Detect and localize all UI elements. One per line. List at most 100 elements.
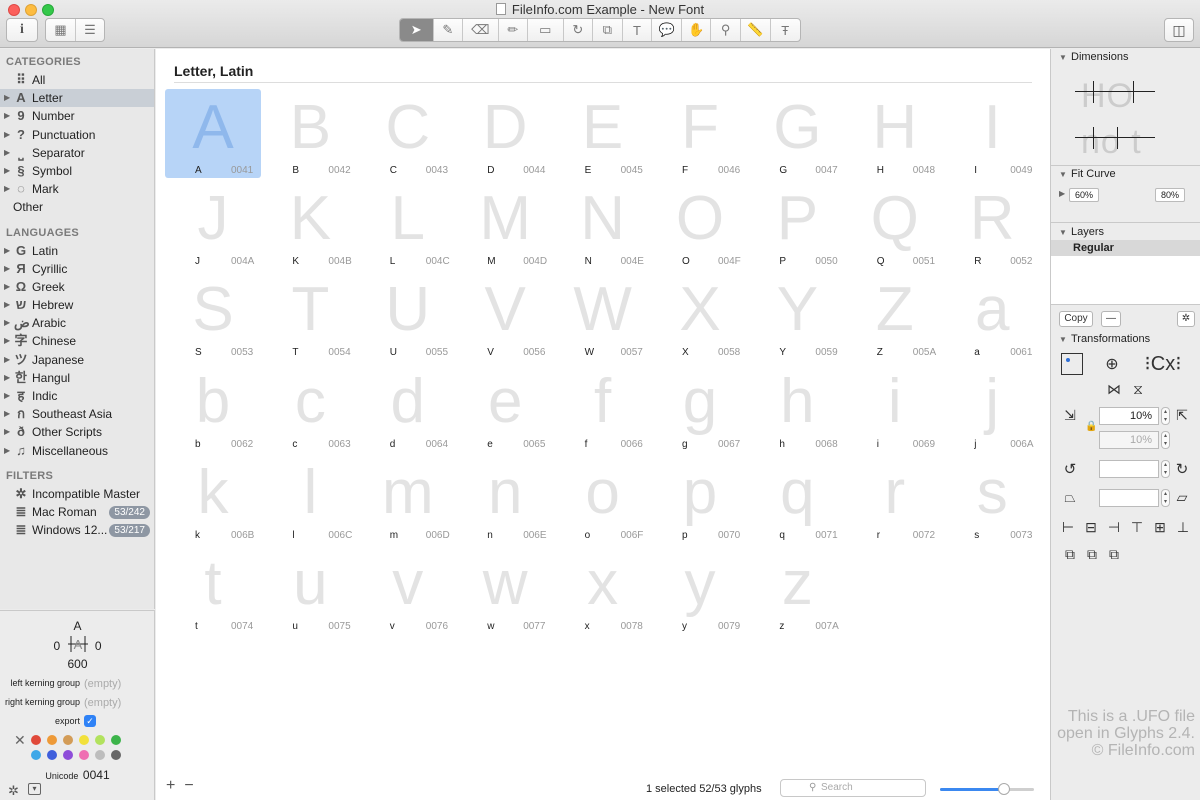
disclosure-triangle-icon[interactable]: ▶ (4, 387, 10, 405)
glyph-cell[interactable]: u u 0075 (253, 545, 350, 636)
export-checkbox[interactable]: ✓ (84, 715, 96, 727)
layer-row-regular[interactable]: Regular (1051, 240, 1200, 256)
disclosure-triangle-icon[interactable]: ▶ (4, 314, 10, 332)
measure-tool-icon[interactable]: 📏 (741, 19, 771, 41)
language-chinese[interactable]: ▶ 字 Chinese (0, 332, 154, 350)
scale-up-icon[interactable]: ⇱ (1173, 407, 1191, 424)
color-label-swatch[interactable] (111, 750, 121, 760)
glyph-cell[interactable]: F F 0046 (643, 89, 740, 180)
category-other[interactable]: Other (0, 198, 154, 216)
color-label-swatch[interactable] (47, 735, 57, 745)
glyph-cell[interactable]: i i 0069 (838, 363, 935, 454)
glyph-cell[interactable]: w w 0077 (448, 545, 546, 636)
glyph-cell[interactable]: v v 0076 (351, 545, 448, 636)
category-separator[interactable]: ▶ ⎵ Separator (0, 144, 154, 162)
right-kerning-group-field[interactable]: (empty) (84, 697, 121, 709)
disclosure-triangle-icon[interactable]: ▶ (4, 242, 10, 260)
disclosure-triangle-icon[interactable]: ▶ (4, 351, 10, 369)
align-icon[interactable]: ⊣ (1105, 519, 1123, 536)
type-tool-icon[interactable]: Ŧ (771, 19, 801, 41)
language-hangul[interactable]: ▶ 한 Hangul (0, 369, 154, 387)
color-label-swatch[interactable] (63, 735, 73, 745)
color-label-swatch[interactable] (95, 735, 105, 745)
eraser-tool-icon[interactable]: ⌫ (463, 19, 499, 41)
scale-tool-icon[interactable]: ⧉ (593, 19, 623, 41)
category-letter[interactable]: ▶ A Letter (0, 89, 154, 108)
rotate-tool-icon[interactable]: ↻ (564, 19, 594, 41)
align-icon[interactable]: ⊥ (1174, 519, 1192, 536)
glyph-cell[interactable]: m m 006D (351, 454, 450, 545)
disclosure-triangle-icon[interactable]: ▶ (4, 369, 10, 387)
glyph-cell[interactable]: j j 006A (935, 363, 1033, 454)
align-icon[interactable]: ⊞ (1151, 519, 1169, 536)
glyph-cell[interactable]: s s 0073 (935, 454, 1032, 545)
color-label-swatch[interactable] (95, 750, 105, 760)
sidebar-toggle-icon[interactable]: ◫ (1164, 18, 1194, 42)
category-number[interactable]: ▶ 9 Number (0, 107, 154, 125)
intersect-icon[interactable]: ⧉ (1105, 546, 1123, 563)
disclosure-triangle-icon[interactable]: ▶ (4, 278, 10, 296)
glyph-cell[interactable]: J J 004A (156, 180, 254, 271)
metrics-origin-icon[interactable]: ⁝Cx⁝ (1137, 351, 1189, 376)
color-label-swatch[interactable] (111, 735, 121, 745)
scale-field[interactable]: 10% (1099, 407, 1159, 425)
filter-windows-12[interactable]: ≣ Windows 12... 53/217 (0, 521, 154, 539)
gear-icon[interactable]: ✲ (1177, 311, 1195, 327)
glyph-cell[interactable]: E E 0045 (546, 89, 643, 180)
glyph-cell[interactable]: I I 0049 (935, 89, 1032, 180)
glyph-cell[interactable]: D D 0044 (448, 89, 546, 180)
language-southeast-asia[interactable]: ▶ ก Southeast Asia (0, 405, 154, 423)
scale-field-vertical[interactable]: 10% (1099, 431, 1159, 449)
glyph-cell[interactable]: U U 0055 (351, 271, 448, 362)
language-other-scripts[interactable]: ▶ ð Other Scripts (0, 423, 154, 441)
grid-view-icon[interactable]: ▦ (46, 19, 76, 41)
disclosure-triangle-icon[interactable]: ▶ (4, 107, 10, 125)
glyph-cell[interactable]: k k 006B (156, 454, 254, 545)
layers-section-header[interactable]: ▼ Layers (1051, 226, 1104, 238)
language-japanese[interactable]: ▶ ツ Japanese (0, 351, 154, 369)
color-label-swatch[interactable] (79, 750, 89, 760)
crosshair-origin-icon[interactable]: ⊕ (1101, 354, 1123, 374)
color-label-swatch[interactable] (63, 750, 73, 760)
list-view-icon[interactable]: ☰ (76, 19, 104, 41)
lock-icon[interactable]: 🔒 (1085, 421, 1097, 432)
glyph-cell[interactable]: c c 0063 (253, 363, 350, 454)
gear-icon[interactable]: ✲ (8, 783, 19, 799)
glyph-cell[interactable]: G G 0047 (740, 89, 837, 180)
add-glyph-button[interactable]: + (166, 777, 184, 794)
glyph-cell[interactable]: T T 0054 (253, 271, 350, 362)
hand-tool-icon[interactable]: ✋ (682, 19, 712, 41)
remove-layer-button[interactable]: — (1101, 311, 1121, 327)
annotation-tool-icon[interactable]: 💬 (652, 19, 682, 41)
glyph-cell[interactable]: W W 0057 (546, 271, 643, 362)
language-cyrillic[interactable]: ▶ Я Cyrillic (0, 260, 154, 278)
glyph-cell[interactable]: b b 0062 (156, 363, 253, 454)
remove-glyph-button[interactable]: − (184, 777, 202, 794)
right-sidebearing-value[interactable]: 0 (95, 639, 102, 653)
text-tool-icon[interactable]: T (623, 19, 653, 41)
glyph-cell[interactable]: a a 0061 (935, 271, 1032, 362)
rotate-stepper[interactable]: ▴ ▾ (1161, 460, 1170, 478)
dimensions-section-header[interactable]: ▼ Dimensions (1051, 51, 1128, 63)
slant-stepper[interactable]: ▴ ▾ (1161, 489, 1170, 507)
glyph-cell[interactable]: Z Z 005A (838, 271, 936, 362)
scale-stepper[interactable]: ▴ ▾ (1161, 407, 1170, 425)
glyph-cell[interactable]: g g 0067 (643, 363, 740, 454)
zoom-slider[interactable] (940, 783, 1034, 795)
disclosure-triangle-icon[interactable]: ▶ (4, 332, 10, 350)
glyph-cell[interactable]: C C 0043 (351, 89, 448, 180)
slant-right-icon[interactable]: ⏥ (1173, 489, 1191, 506)
category-all[interactable]: ⠿ All (0, 71, 154, 89)
scale-down-icon[interactable]: ⇲ (1061, 407, 1079, 424)
filter-incompatible-master[interactable]: ✲ Incompatible Master (0, 485, 154, 503)
disclosure-triangle-icon[interactable]: ▶ (4, 442, 10, 460)
subtract-icon[interactable]: ⧉ (1083, 546, 1101, 563)
language-hebrew[interactable]: ▶ ש Hebrew (0, 296, 154, 314)
glyph-cell[interactable]: f f 0066 (546, 363, 643, 454)
filter-mac-roman[interactable]: ≣ Mac Roman 53/242 (0, 503, 154, 521)
glyph-cell[interactable]: P P 0050 (740, 180, 838, 271)
union-icon[interactable]: ⧉ (1061, 546, 1079, 563)
glyph-cell[interactable]: O O 004F (643, 180, 741, 271)
flip-horizontal-icon[interactable]: ⋈ (1105, 381, 1123, 398)
align-icon[interactable]: ⊢ (1059, 519, 1077, 536)
